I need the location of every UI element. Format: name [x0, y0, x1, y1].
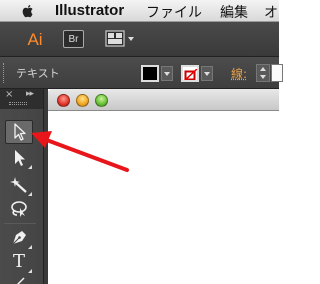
- stroke-weight-label[interactable]: 線:: [231, 65, 247, 82]
- tool-separator: [4, 223, 36, 224]
- menu-file[interactable]: ファイル: [146, 2, 202, 22]
- close-window-button[interactable]: [57, 94, 70, 107]
- selection-tool[interactable]: [5, 120, 33, 144]
- panel-grip[interactable]: [9, 102, 27, 105]
- fill-color-swatch[interactable]: [141, 65, 159, 82]
- lasso-tool[interactable]: [5, 197, 33, 221]
- arrange-documents-icon[interactable]: [105, 30, 137, 48]
- line-segment-tool[interactable]: [5, 269, 33, 284]
- pen-tool[interactable]: [5, 226, 33, 250]
- app-logo: Ai: [27, 29, 43, 49]
- close-icon[interactable]: ×: [5, 89, 13, 100]
- pen-tool-icon: [12, 231, 26, 245]
- menu-object[interactable]: オ: [264, 2, 278, 22]
- tool-group-indicator: [28, 245, 32, 249]
- app-menu[interactable]: Illustrator: [55, 2, 124, 19]
- direct-selection-tool[interactable]: [5, 146, 33, 170]
- menu-edit[interactable]: 編集: [220, 2, 248, 22]
- selection-type-label: テキスト: [16, 67, 60, 80]
- application-bar: Ai Br: [0, 22, 279, 57]
- tools-panel-header: × ▸▸: [0, 89, 44, 109]
- menu-bar: Illustrator ファイル 編集 オ: [0, 0, 279, 22]
- bridge-button[interactable]: Br: [63, 30, 84, 48]
- zoom-window-button[interactable]: [95, 94, 108, 107]
- panel-grip[interactable]: [3, 63, 6, 83]
- magic-wand-tool-icon: [10, 177, 27, 193]
- tools-panel: T: [0, 109, 44, 284]
- no-color-slash-icon: [184, 68, 197, 80]
- stroke-color-swatch[interactable]: [181, 65, 199, 82]
- magic-wand-tool[interactable]: [5, 173, 33, 197]
- selection-tool-icon: [14, 123, 26, 141]
- tool-group-indicator: [28, 192, 32, 196]
- stroke-weight-input[interactable]: [271, 64, 283, 82]
- minimize-window-button[interactable]: [76, 94, 89, 107]
- direct-selection-tool-icon: [15, 150, 25, 166]
- lasso-tool-icon: [11, 201, 27, 217]
- apple-icon[interactable]: [20, 3, 36, 19]
- stroke-weight-stepper[interactable]: [256, 64, 270, 82]
- line-segment-tool-icon: [16, 277, 25, 284]
- tool-group-indicator: [28, 165, 32, 169]
- collapse-icon[interactable]: ▸▸: [26, 89, 34, 99]
- stroke-dropdown[interactable]: [201, 66, 213, 81]
- fill-dropdown[interactable]: [161, 66, 173, 81]
- document-title-bar: [48, 89, 279, 111]
- control-bar: テキスト 線:: [0, 57, 283, 89]
- artboard-canvas[interactable]: [48, 111, 279, 284]
